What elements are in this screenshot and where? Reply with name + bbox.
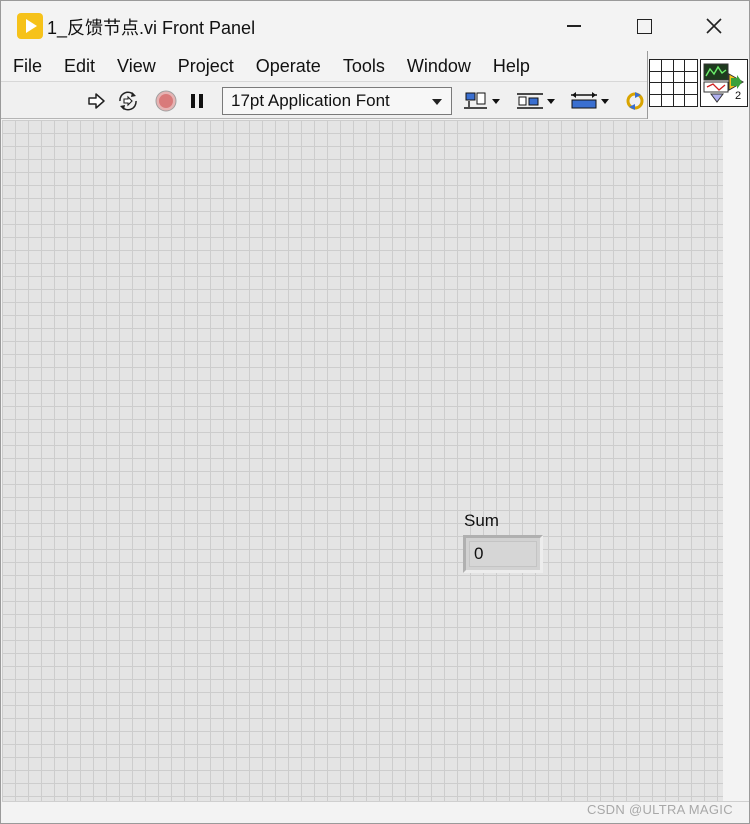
toolbar-separator — [647, 51, 648, 119]
run-arrow-icon — [88, 93, 105, 109]
font-select-value: 17pt Application Font — [231, 91, 390, 110]
menu-project[interactable]: Project — [166, 53, 244, 79]
pause-button[interactable] — [187, 89, 207, 113]
window-title: 1_反馈节点.vi Front Panel — [47, 18, 256, 38]
vi-icon-badge: 2 — [735, 90, 742, 102]
sum-indicator-label: Sum — [464, 511, 499, 530]
menu-bar: File Edit View Project Operate Tools Win… — [1, 51, 647, 81]
distribute-objects-icon — [517, 93, 555, 109]
title-bar: 1_反馈节点.vi Front Panel — [1, 1, 749, 51]
reorder-icon — [626, 92, 644, 110]
menu-tools[interactable]: Tools — [331, 53, 395, 79]
reorder-button[interactable] — [623, 89, 647, 113]
text-settings-dropdown[interactable]: 17pt Application Font — [222, 87, 452, 115]
labview-front-panel-window: 1_反馈节点.vi Front Panel File Edit View Pro… — [0, 0, 750, 824]
resize-objects-button[interactable] — [569, 89, 611, 113]
abort-button[interactable] — [154, 89, 178, 113]
toolbar: 17pt Application Font — [1, 81, 647, 119]
vi-icon[interactable]: 2 — [700, 59, 748, 107]
menu-edit[interactable]: Edit — [52, 53, 105, 79]
menu-file[interactable]: File — [1, 53, 52, 79]
maximize-button[interactable] — [613, 5, 675, 47]
abort-icon — [155, 90, 177, 112]
watermark: CSDN @ULTRA MAGIC — [587, 802, 733, 817]
pause-icon — [191, 94, 203, 108]
menu-window[interactable]: Window — [395, 53, 481, 79]
connector-pane[interactable] — [649, 59, 698, 107]
sum-indicator-value: 0 — [469, 541, 537, 567]
run-button[interactable] — [85, 89, 107, 113]
close-icon — [706, 18, 722, 34]
align-objects-icon — [464, 92, 500, 109]
chevron-down-icon — [432, 99, 442, 105]
close-button[interactable] — [683, 5, 745, 47]
right-scroll-area — [723, 120, 749, 801]
labview-app-icon — [17, 13, 43, 39]
run-continuously-button[interactable] — [115, 89, 141, 113]
distribute-objects-button[interactable] — [515, 89, 557, 113]
menu-operate[interactable]: Operate — [244, 53, 331, 79]
front-panel-canvas[interactable] — [2, 120, 723, 801]
run-continuously-icon — [119, 91, 137, 111]
maximize-icon — [636, 18, 652, 34]
minimize-button[interactable] — [543, 5, 605, 47]
sum-numeric-indicator[interactable]: 0 — [463, 535, 543, 573]
menu-view[interactable]: View — [105, 53, 166, 79]
minimize-icon — [567, 25, 581, 27]
menu-help[interactable]: Help — [481, 53, 540, 79]
align-objects-button[interactable] — [463, 89, 501, 113]
resize-objects-icon — [571, 92, 609, 109]
